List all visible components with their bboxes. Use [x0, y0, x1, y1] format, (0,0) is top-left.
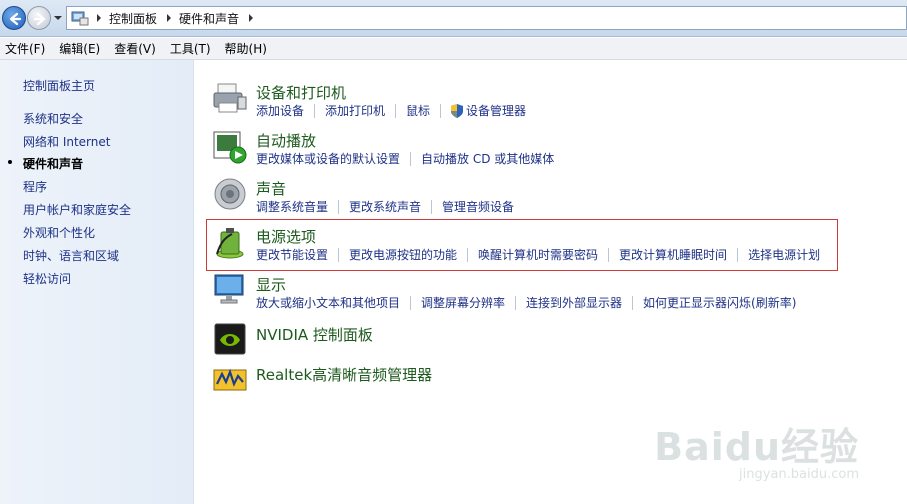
nvidia-icon: [214, 323, 246, 355]
menu-tools[interactable]: 工具(T): [165, 40, 216, 57]
divider: [410, 151, 412, 166]
divider: [467, 247, 469, 262]
category-title[interactable]: 显示: [256, 274, 286, 295]
category-title[interactable]: 电源选项: [256, 226, 316, 247]
watermark-logo: Baidu经验: [654, 425, 859, 469]
divider: [314, 103, 316, 118]
link-power-button-function[interactable]: 更改电源按钮的功能: [349, 246, 457, 263]
category-title[interactable]: Realtek高清晰音频管理器: [256, 364, 432, 385]
link-sleep-time[interactable]: 更改计算机睡眠时间: [619, 246, 727, 263]
sidebar-item-system-security[interactable]: 系统和安全: [23, 110, 83, 127]
link-choose-power-plan[interactable]: 选择电源计划: [748, 246, 820, 263]
sidebar-item-user-accounts[interactable]: 用户帐户和家庭安全: [23, 201, 131, 218]
active-bullet-icon: [8, 160, 12, 164]
forward-button[interactable]: [27, 6, 51, 30]
link-mouse[interactable]: 鼠标: [406, 102, 430, 119]
link-external-display[interactable]: 连接到外部显示器: [526, 294, 622, 311]
control-panel-icon: [71, 11, 89, 26]
divider: [440, 103, 442, 118]
category-title[interactable]: NVIDIA 控制面板: [256, 324, 373, 345]
breadcrumb-control-panel[interactable]: 控制面板: [109, 10, 157, 27]
link-autoplay-cd[interactable]: 自动播放 CD 或其他媒体: [421, 150, 554, 167]
divider: [338, 199, 340, 214]
arrow-left-icon: [9, 12, 22, 26]
breadcrumb[interactable]: 控制面板 硬件和声音: [66, 6, 907, 30]
sidebar: 控制面板主页 系统和安全 网络和 Internet 硬件和声音 程序 用户帐户和…: [0, 60, 194, 504]
menu-help[interactable]: 帮助(H): [220, 40, 272, 57]
link-device-manager[interactable]: 设备管理器: [466, 102, 526, 119]
address-bar: 控制面板 硬件和声音: [0, 0, 907, 37]
realtek-icon: [213, 368, 247, 391]
sidebar-item-programs[interactable]: 程序: [23, 178, 47, 195]
link-manage-audio-devices[interactable]: 管理音频设备: [442, 198, 514, 215]
breadcrumb-hardware-sound[interactable]: 硬件和声音: [179, 10, 239, 27]
link-adjust-volume[interactable]: 调整系统音量: [256, 198, 328, 215]
chevron-right-icon: [97, 14, 101, 22]
divider: [515, 295, 517, 310]
link-change-media-defaults[interactable]: 更改媒体或设备的默认设置: [256, 150, 400, 167]
chevron-right-icon[interactable]: [249, 14, 254, 22]
sidebar-item-appearance[interactable]: 外观和个性化: [23, 224, 95, 241]
watermark: Baidu经验 jingyan.baidu.com: [654, 416, 859, 482]
sidebar-item-ease-of-access[interactable]: 轻松访问: [23, 270, 71, 287]
divider: [338, 247, 340, 262]
menu-view[interactable]: 查看(V): [109, 40, 161, 57]
speaker-icon: [214, 178, 246, 210]
divider: [431, 199, 433, 214]
category-title[interactable]: 声音: [256, 178, 286, 199]
sidebar-item-home[interactable]: 控制面板主页: [23, 77, 95, 94]
sidebar-item-hardware-sound[interactable]: 硬件和声音: [23, 155, 83, 172]
link-wakeup-password[interactable]: 唤醒计算机时需要密码: [478, 246, 598, 263]
link-screen-resolution[interactable]: 调整屏幕分辨率: [421, 294, 505, 311]
sidebar-item-clock-region[interactable]: 时钟、语言和区域: [23, 247, 119, 264]
link-refresh-rate[interactable]: 如何更正显示器闪烁(刷新率): [643, 294, 796, 311]
divider: [410, 295, 412, 310]
battery-icon: [216, 228, 244, 259]
category-title[interactable]: 设备和打印机: [256, 82, 346, 103]
arrow-right-icon: [33, 12, 46, 26]
divider: [632, 295, 634, 310]
chevron-right-icon: [167, 14, 172, 22]
divider: [737, 247, 739, 262]
link-add-device[interactable]: 添加设备: [256, 102, 304, 119]
monitor-icon: [214, 274, 244, 304]
divider: [395, 103, 397, 118]
category-title[interactable]: 自动播放: [256, 130, 316, 151]
link-change-sounds[interactable]: 更改系统声音: [349, 198, 421, 215]
divider: [608, 247, 610, 262]
menu-file[interactable]: 文件(F): [0, 40, 50, 57]
printer-icon: [213, 83, 247, 113]
recent-pages-dropdown[interactable]: [53, 13, 63, 23]
autoplay-icon: [213, 131, 247, 164]
link-text-size[interactable]: 放大或缩小文本和其他项目: [256, 294, 400, 311]
back-button[interactable]: [2, 6, 26, 30]
uac-shield-icon: [451, 103, 464, 118]
link-change-power-saving[interactable]: 更改节能设置: [256, 246, 328, 263]
menu-bar: 文件(F) 编辑(E) 查看(V) 工具(T) 帮助(H): [0, 38, 907, 60]
link-add-printer[interactable]: 添加打印机: [325, 102, 385, 119]
sidebar-item-network[interactable]: 网络和 Internet: [23, 133, 110, 150]
menu-edit[interactable]: 编辑(E): [54, 40, 105, 57]
